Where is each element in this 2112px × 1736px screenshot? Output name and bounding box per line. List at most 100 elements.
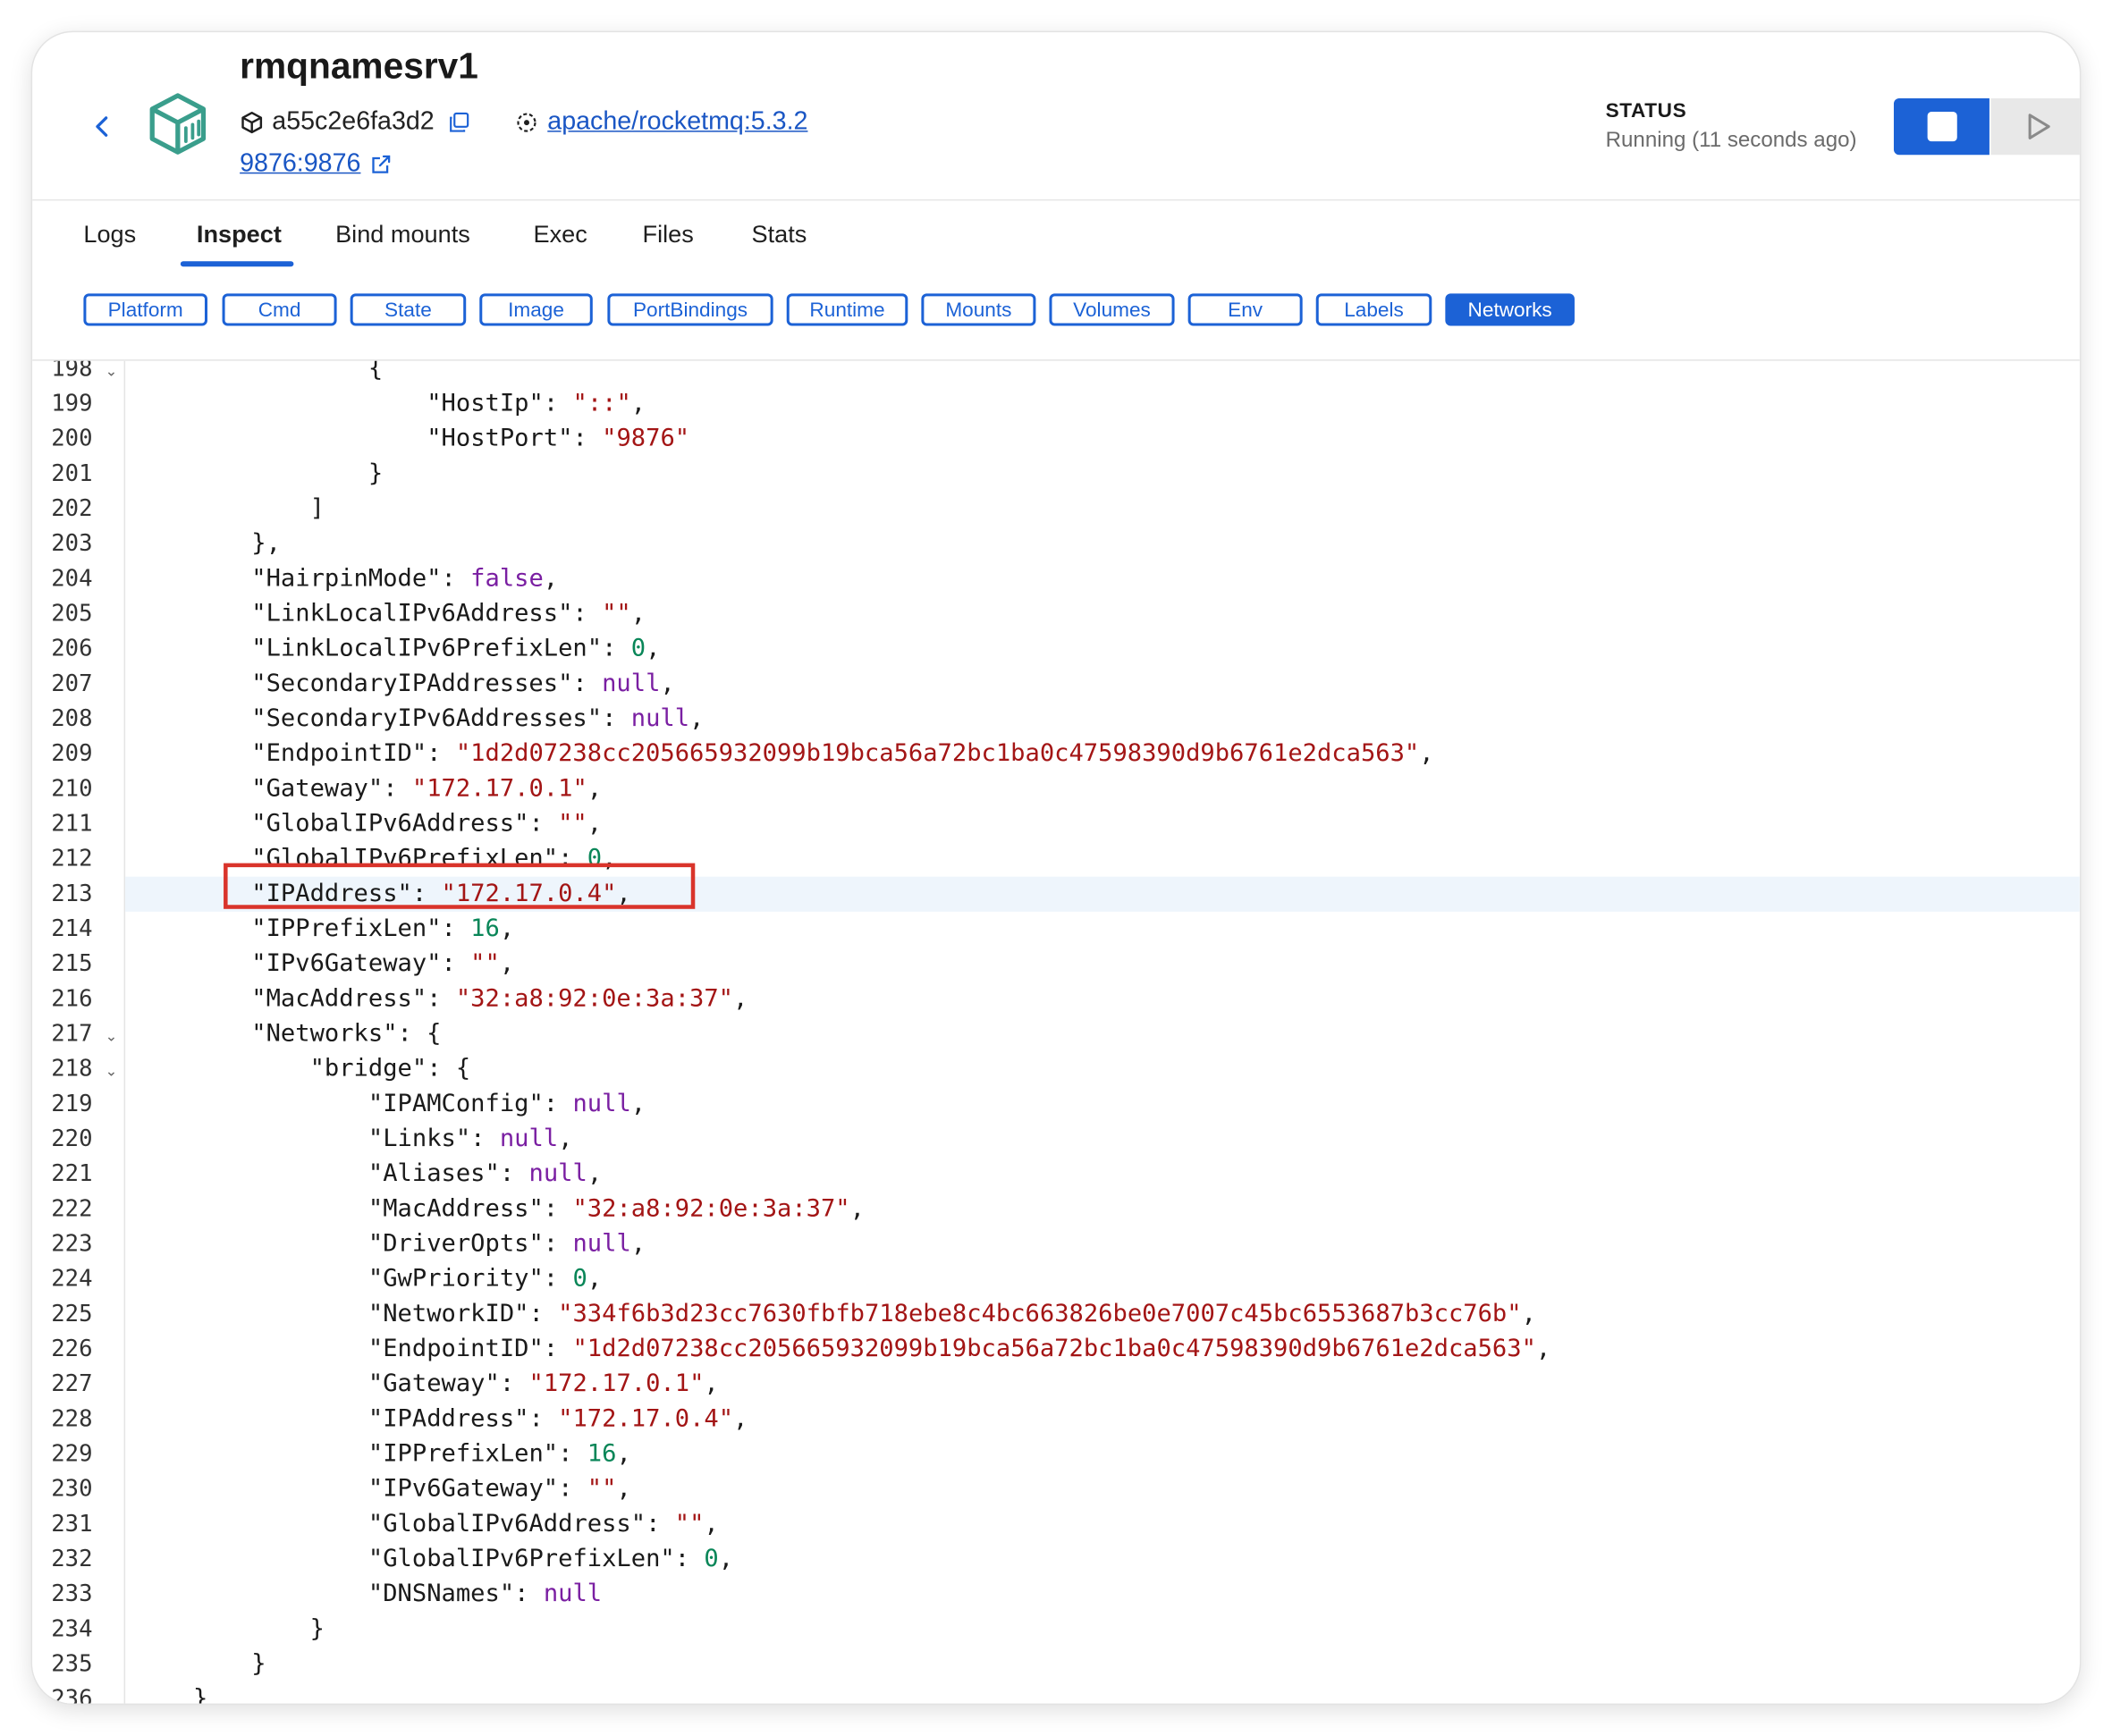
code-token: :: [441, 564, 471, 593]
chip-runtime[interactable]: Runtime: [786, 293, 908, 326]
line-number: 215: [51, 950, 93, 978]
chevron-left-icon: [96, 116, 108, 137]
code-token: null: [528, 1159, 587, 1188]
code-line: "IPAddress": "172.17.0.4",: [368, 1402, 748, 1437]
line-number: 203: [51, 530, 93, 558]
code-token: ]: [309, 493, 325, 523]
chip-networks[interactable]: Networks: [1445, 293, 1575, 326]
copy-id-button[interactable]: [448, 111, 472, 135]
code-token: : {: [397, 1019, 442, 1048]
code-token: :: [543, 1264, 573, 1294]
code-line: "IPv6Gateway": "",: [368, 1471, 631, 1506]
tab-bind-mounts[interactable]: Bind mounts: [335, 221, 470, 249]
image-icon: [515, 111, 539, 135]
chip-volumes[interactable]: Volumes: [1049, 293, 1175, 326]
code-token: :: [558, 1439, 587, 1468]
code-token: ,: [499, 948, 515, 978]
tab-files[interactable]: Files: [643, 221, 694, 249]
code-token: ,: [646, 634, 661, 663]
code-line: },: [251, 527, 281, 561]
image-link[interactable]: apache/rocketmq:5.3.2: [547, 108, 807, 138]
code-line: "MacAddress": "32:a8:92:0e:3a:37",: [368, 1192, 865, 1226]
container-id: a55c2e6fa3d2: [272, 107, 435, 137]
inspect-json-editor[interactable]: 198 ⌄{199 "HostIp": "::", 200 "HostPort": "9…: [32, 360, 2080, 1704]
code-token: }: [251, 1649, 266, 1678]
code-token: "MacAddress": [251, 984, 427, 1013]
code-token: "IPPrefixLen": [251, 914, 442, 943]
tab-exec[interactable]: Exec: [534, 221, 587, 249]
code-token: ,: [587, 1264, 603, 1294]
chip-platform[interactable]: Platform: [83, 293, 207, 326]
line-number: 225: [51, 1301, 93, 1328]
back-button[interactable]: [83, 108, 121, 146]
code-line: "HairpinMode": false,: [251, 561, 558, 596]
line-number: 224: [51, 1265, 93, 1294]
line-number: 220: [51, 1125, 93, 1153]
fold-chevron-icon[interactable]: ⌄: [105, 1054, 117, 1089]
chip-env[interactable]: Env: [1187, 293, 1303, 326]
line-number: 209: [51, 740, 93, 768]
code-line: "HostIp": "::",: [427, 386, 646, 421]
stop-button[interactable]: [1893, 97, 1990, 156]
chip-state[interactable]: State: [350, 293, 467, 326]
code-token: :: [470, 1124, 500, 1153]
line-number: 213: [51, 881, 93, 908]
line-number: 212: [51, 846, 93, 873]
tab-logs[interactable]: Logs: [83, 221, 136, 249]
external-link-icon[interactable]: [368, 152, 393, 176]
copy-icon: [450, 112, 469, 132]
code-line: "LinkLocalIPv6Address": "",: [251, 596, 646, 631]
line-number: 216: [51, 985, 93, 1013]
code-token: ,: [689, 704, 705, 733]
code-token: ,: [587, 774, 603, 803]
line-number: 199: [51, 390, 93, 417]
line-number: 235: [51, 1650, 93, 1678]
code-line: "NetworkID": "334f6b3d23cc7630fbfb718ebe…: [368, 1297, 1536, 1332]
chip-mounts[interactable]: Mounts: [921, 293, 1036, 326]
code-token: "SecondaryIPAddresses": [251, 669, 573, 698]
chip-portbindings[interactable]: PortBindings: [607, 293, 773, 326]
code-token: ,: [733, 984, 748, 1013]
code-token: ,: [1535, 1334, 1551, 1363]
chip-cmd[interactable]: Cmd: [222, 293, 337, 326]
tab-stats[interactable]: Stats: [752, 221, 807, 249]
code-token: false: [470, 564, 544, 593]
fold-chevron-icon[interactable]: ⌄: [105, 361, 117, 390]
code-token: ,: [616, 1439, 631, 1468]
code-token: }: [367, 459, 384, 488]
play-icon: [2028, 114, 2050, 139]
code-token: :: [528, 809, 559, 838]
code-token: ,: [543, 564, 559, 593]
line-number: 231: [51, 1511, 93, 1538]
line-number: 208: [51, 705, 93, 733]
tab-inspect[interactable]: Inspect: [197, 221, 282, 249]
start-button[interactable]: [1990, 97, 2080, 156]
line-number: 206: [51, 636, 93, 663]
chip-labels[interactable]: Labels: [1315, 293, 1432, 326]
code-token: null: [543, 1579, 603, 1608]
code-line: }: [193, 1681, 207, 1703]
code-token: null: [602, 669, 661, 698]
code-token: "EndpointID": [251, 739, 427, 768]
code-token: "MacAddress": [367, 1194, 544, 1223]
fold-chevron-icon[interactable]: ⌄: [105, 1019, 117, 1054]
code-line: "MacAddress": "32:a8:92:0e:3a:37",: [251, 982, 748, 1016]
active-tab-indicator: [180, 261, 294, 267]
inspect-section-filters: Platform Cmd State Image PortBindings Ru…: [32, 293, 2080, 333]
code-token: 16: [587, 1439, 617, 1468]
code-line: "GlobalIPv6Address": "",: [368, 1507, 719, 1542]
code-token: ,: [630, 1089, 646, 1118]
code-token: "334f6b3d23cc7630fbfb718ebe8c4bc663826be…: [558, 1299, 1522, 1328]
code-token: "HostPort": [427, 424, 573, 453]
code-token: ,: [499, 914, 515, 943]
code-token: {: [367, 360, 384, 383]
code-line: }: [368, 457, 383, 492]
line-number: 205: [51, 600, 93, 628]
code-line: "DriverOpts": null,: [368, 1226, 646, 1261]
code-line: "Gateway": "172.17.0.1",: [368, 1367, 719, 1402]
code-line: "Links": null,: [368, 1122, 573, 1157]
code-token: ,: [718, 1544, 734, 1573]
chip-image[interactable]: Image: [479, 293, 593, 326]
port-link[interactable]: 9876:9876: [240, 149, 360, 179]
code-token: "1d2d07238cc205665932099b19bca56a72bc1ba…: [455, 739, 1420, 768]
